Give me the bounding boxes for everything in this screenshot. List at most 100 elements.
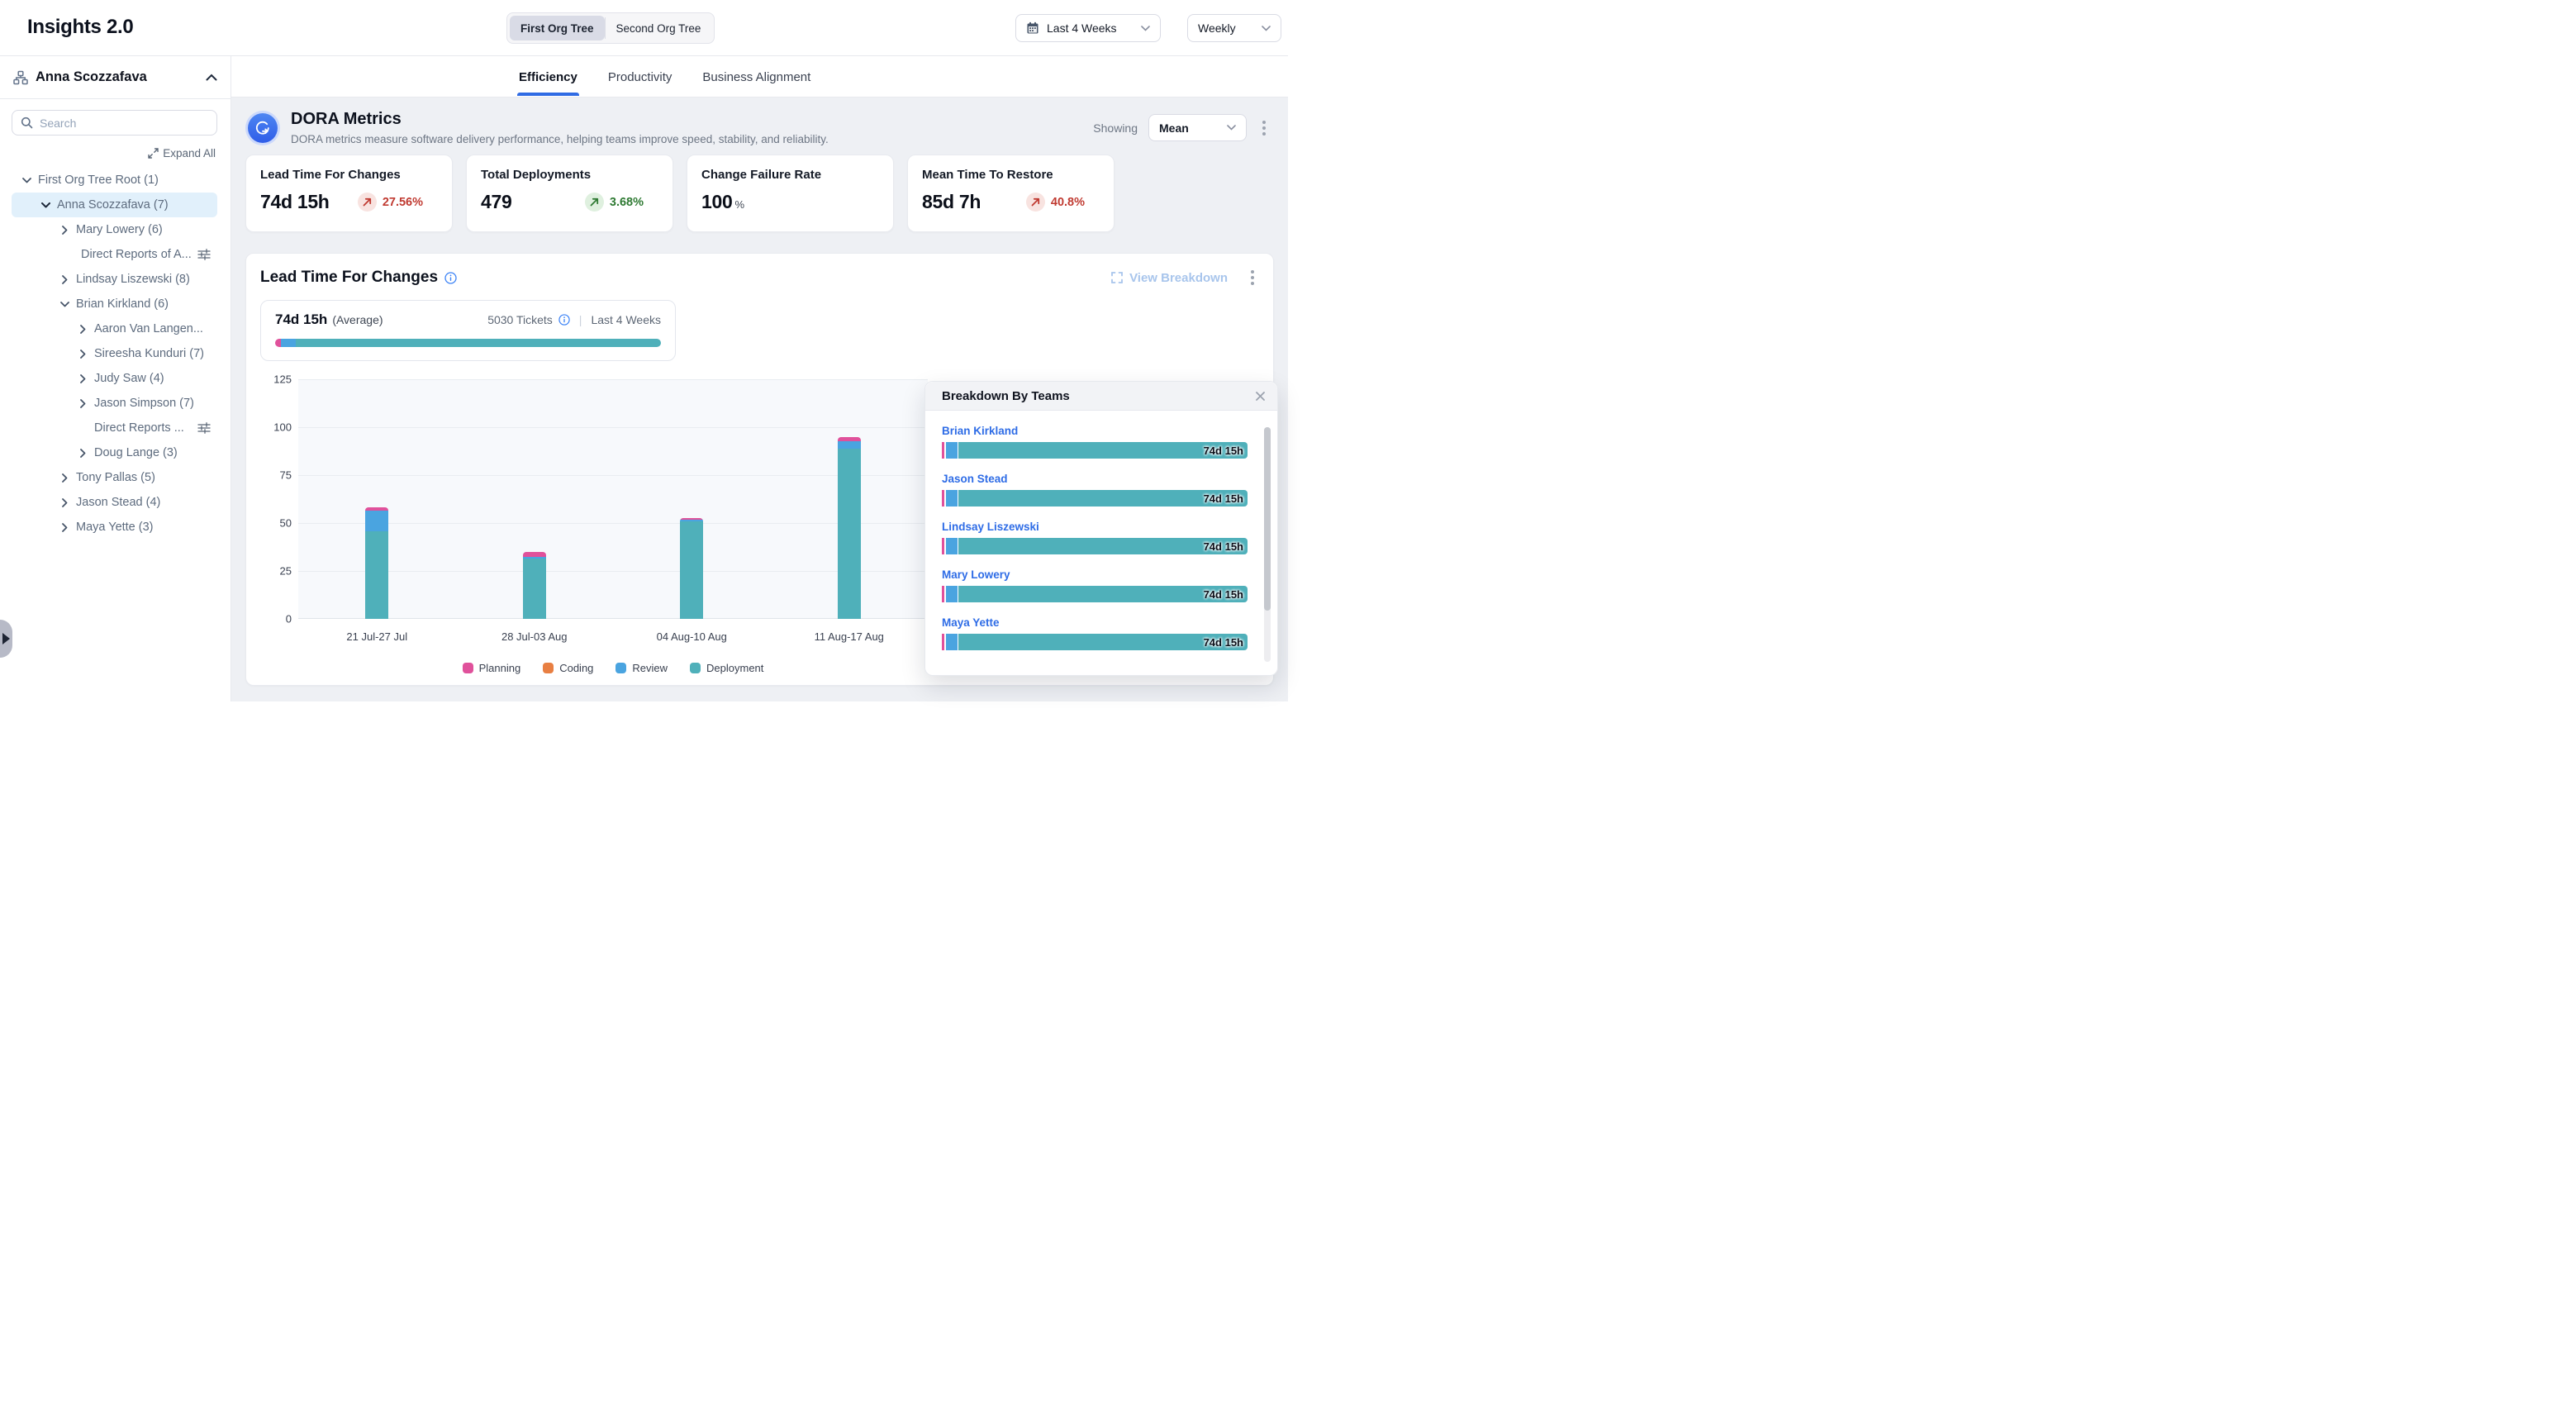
team-link[interactable]: Mary Lowery [942, 568, 1248, 581]
lead-time-kebab-menu[interactable] [1246, 267, 1259, 288]
legend-item-review[interactable]: Review [615, 662, 668, 674]
team-link[interactable]: Jason Stead [942, 473, 1248, 485]
y-tick: 25 [280, 565, 292, 578]
summary-stacked-bar [275, 339, 661, 347]
panel-title: Breakdown By Teams [942, 389, 1255, 403]
chart-legend: Planning Coding Review Deployment [298, 662, 928, 674]
legend-item-coding[interactable]: Coding [543, 662, 593, 674]
tree-item-jason-stead[interactable]: Jason Stead (4) [12, 490, 217, 515]
chevron-right-icon[interactable] [76, 347, 89, 360]
tree-item-doug-lange[interactable]: Doug Lange (3) [12, 440, 217, 465]
x-axis-label: 04 Aug-10 Aug [613, 630, 771, 643]
chevron-right-icon[interactable] [58, 521, 71, 534]
tree-item-anna-scozzafava[interactable]: Anna Scozzafava (7) [12, 193, 217, 217]
chevron-right-icon[interactable] [76, 322, 89, 335]
metric-value: 85d 7h [922, 191, 981, 213]
chevron-down-icon[interactable] [58, 297, 71, 311]
tree-item-maya-yette[interactable]: Maya Yette (3) [12, 515, 217, 540]
tab-business-alignment[interactable]: Business Alignment [701, 59, 812, 95]
bars-layer [298, 379, 928, 619]
metric-value: 74d 15h [260, 191, 330, 213]
bar-segment-deployment [523, 559, 546, 619]
granularity-value: Weekly [1198, 21, 1236, 35]
y-tick: 50 [280, 517, 292, 530]
panel-scrollbar-track[interactable] [1264, 427, 1271, 662]
team-bar: 74d 15h [942, 442, 1248, 459]
team-row-lindsay-liszewski: Lindsay Liszewski 74d 15h [925, 507, 1277, 554]
chevron-up-icon[interactable] [206, 74, 217, 81]
dora-description: DORA metrics measure software delivery p… [291, 133, 1093, 145]
info-icon[interactable] [444, 272, 457, 284]
team-link[interactable]: Lindsay Liszewski [942, 521, 1248, 533]
tab-efficiency[interactable]: Efficiency [517, 59, 579, 95]
chevron-down-icon[interactable] [39, 198, 52, 212]
tree-item-sireesha-kunduri[interactable]: Sireesha Kunduri (7) [12, 341, 217, 366]
team-bar: 74d 15h [942, 634, 1248, 650]
team-row-mary-lowery: Mary Lowery 74d 15h [925, 554, 1277, 602]
main-area: Efficiency Productivity Business Alignme… [231, 56, 1288, 702]
chevron-right-icon[interactable] [58, 496, 71, 509]
search-input[interactable] [40, 117, 208, 130]
dora-title: DORA Metrics [291, 110, 1093, 129]
tree-item-direct-reports-of-anna[interactable]: Direct Reports of A... [12, 242, 217, 267]
legend-item-planning[interactable]: Planning [463, 662, 521, 674]
chevron-right-icon[interactable] [58, 273, 71, 286]
granularity-select[interactable]: Weekly [1187, 14, 1281, 42]
divider: | [579, 313, 582, 326]
metric-card-change-failure-rate: Change Failure Rate 100% [687, 155, 894, 232]
sidebar-header[interactable]: Anna Scozzafava [0, 56, 231, 99]
date-range-select[interactable]: Last 4 Weeks [1015, 14, 1161, 42]
filter-sliders-icon[interactable] [197, 249, 211, 260]
info-icon[interactable] [558, 314, 570, 326]
toggle-first-org-tree[interactable]: First Org Tree [510, 16, 605, 40]
tab-bar: Efficiency Productivity Business Alignme… [231, 56, 1288, 97]
metric-value: 100% [701, 191, 744, 213]
tickets-count: 5030 Tickets [487, 313, 553, 326]
bar-segment-review [365, 511, 388, 532]
panel-body: Brian Kirkland 74d 15h Jason Stead 74d 1… [925, 411, 1277, 675]
chevron-down-icon[interactable] [20, 174, 33, 187]
tab-productivity[interactable]: Productivity [606, 59, 674, 95]
filter-sliders-icon[interactable] [197, 422, 211, 434]
view-breakdown-button[interactable]: View Breakdown [1111, 271, 1228, 285]
tree-item-direct-reports[interactable]: Direct Reports ... [12, 416, 217, 440]
search-icon [21, 117, 33, 129]
team-link[interactable]: Maya Yette [942, 616, 1248, 629]
tree-item-jason-simpson[interactable]: Jason Simpson (7) [12, 391, 217, 416]
aggregation-value: Mean [1159, 121, 1189, 135]
dora-kebab-menu[interactable] [1257, 117, 1271, 139]
team-link[interactable]: Brian Kirkland [942, 425, 1248, 437]
review-swatch [615, 663, 626, 673]
chevron-right-icon[interactable] [76, 397, 89, 410]
tree-item-judy-saw[interactable]: Judy Saw (4) [12, 366, 217, 391]
chevron-right-icon[interactable] [76, 372, 89, 385]
dora-header: DORA Metrics DORA metrics measure softwa… [245, 110, 1274, 145]
bar-21 Jul-27 Jul [365, 507, 388, 619]
y-tick: 100 [273, 421, 292, 434]
team-row-jason-stead: Jason Stead 74d 15h [925, 459, 1277, 507]
tree-item-tony-pallas[interactable]: Tony Pallas (5) [12, 465, 217, 490]
legend-item-deployment[interactable]: Deployment [690, 662, 763, 674]
tree-item-first-org-tree-root[interactable]: First Org Tree Root (1) [12, 168, 217, 193]
planning-swatch [463, 663, 473, 673]
metric-unit: % [734, 198, 744, 211]
tree-item-aaron-van-langen[interactable]: Aaron Van Langen... [12, 316, 217, 341]
toggle-second-org-tree[interactable]: Second Org Tree [606, 16, 712, 40]
close-icon[interactable] [1255, 391, 1266, 402]
sidebar-user-name: Anna Scozzafava [36, 69, 206, 85]
tree-item-brian-kirkland[interactable]: Brian Kirkland (6) [12, 292, 217, 316]
x-axis-label: 11 Aug-17 Aug [771, 630, 929, 643]
lead-time-summary: 74d 15h (Average) 5030 Tickets | Last 4 … [260, 300, 676, 361]
panel-scrollbar-thumb[interactable] [1264, 427, 1271, 611]
tree-item-lindsay-liszewski[interactable]: Lindsay Liszewski (8) [12, 267, 217, 292]
y-tick: 75 [280, 469, 292, 482]
chevron-right-icon[interactable] [58, 471, 71, 484]
aggregation-select[interactable]: Mean [1148, 114, 1247, 141]
tree-item-mary-lowery[interactable]: Mary Lowery (6) [12, 217, 217, 242]
chevron-right-icon[interactable] [58, 223, 71, 236]
chevron-down-icon [1262, 26, 1271, 31]
date-range-value: Last 4 Weeks [1047, 21, 1117, 35]
chevron-right-icon[interactable] [76, 446, 89, 459]
summary-value: 74d 15h [275, 312, 327, 328]
expand-all-button[interactable]: Expand All [0, 147, 216, 159]
